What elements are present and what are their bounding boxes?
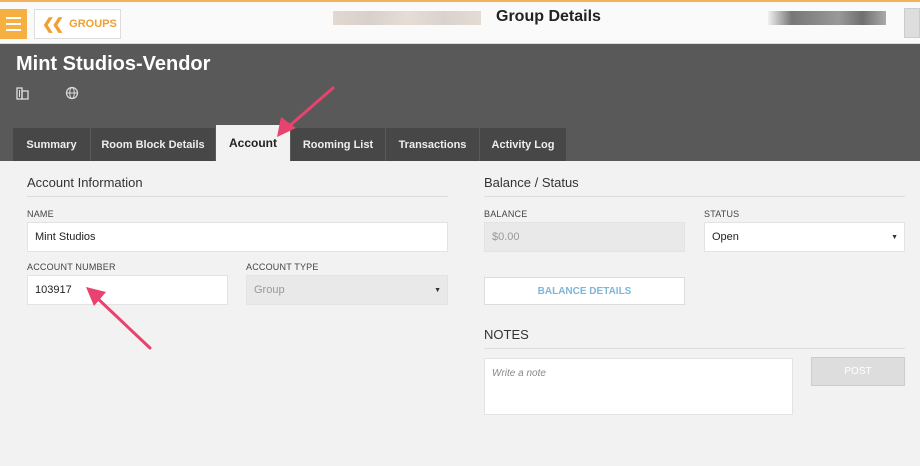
status-label: STATUS	[704, 209, 740, 219]
divider	[484, 196, 905, 197]
note-placeholder: Write a note	[492, 368, 546, 379]
page-title: Group Details	[496, 8, 601, 25]
redacted-user	[768, 11, 886, 25]
notes-title: NOTES	[484, 327, 529, 342]
balance-field: $0.00	[484, 222, 685, 252]
name-label: NAME	[27, 209, 54, 219]
name-value: Mint Studios	[35, 231, 96, 243]
note-textarea[interactable]: Write a note	[484, 358, 793, 415]
account-information-title: Account Information	[27, 175, 143, 190]
redacted-text	[333, 11, 481, 25]
groups-back-button[interactable]: ❮❮ GROUPS	[34, 9, 121, 39]
balance-label: BALANCE	[484, 209, 528, 219]
account-type-select[interactable]: Group ▼	[246, 275, 448, 305]
account-type-value: Group	[254, 284, 285, 296]
balance-details-button[interactable]: BALANCE DETAILS	[484, 277, 685, 305]
tab-rooming-list[interactable]: Rooming List	[291, 128, 386, 161]
group-name: Mint Studios-Vendor	[16, 53, 211, 75]
post-button[interactable]: POST	[811, 357, 905, 386]
groups-button-label: GROUPS	[69, 18, 117, 30]
name-field[interactable]: Mint Studios	[27, 222, 448, 252]
globe-icon[interactable]	[65, 86, 79, 100]
tab-activity-log[interactable]: Activity Log	[480, 128, 567, 161]
tab-account[interactable]: Account	[216, 125, 291, 161]
menu-button[interactable]	[0, 9, 27, 39]
account-number-label: ACCOUNT NUMBER	[27, 262, 116, 272]
divider	[484, 348, 905, 349]
account-number-value: 103917	[35, 284, 72, 296]
top-bar: ❮❮ GROUPS Group Details	[0, 0, 920, 44]
balance-value: $0.00	[492, 231, 520, 243]
caret-down-icon: ▼	[434, 287, 441, 294]
user-menu-button[interactable]	[904, 8, 920, 38]
account-number-field[interactable]: 103917	[27, 275, 228, 305]
divider	[27, 196, 448, 197]
balance-status-title: Balance / Status	[484, 175, 579, 190]
menu-icon	[6, 17, 21, 19]
tab-summary[interactable]: Summary	[13, 128, 91, 161]
tab-room-block-details[interactable]: Room Block Details	[91, 128, 216, 161]
caret-down-icon: ▼	[891, 234, 898, 241]
building-icon	[16, 87, 29, 100]
double-chevron-left-icon: ❮❮	[42, 16, 64, 33]
status-select[interactable]: Open ▼	[704, 222, 905, 252]
account-type-label: ACCOUNT TYPE	[246, 262, 319, 272]
account-panel	[12, 161, 920, 466]
tab-transactions[interactable]: Transactions	[386, 128, 480, 161]
status-value: Open	[712, 231, 739, 243]
